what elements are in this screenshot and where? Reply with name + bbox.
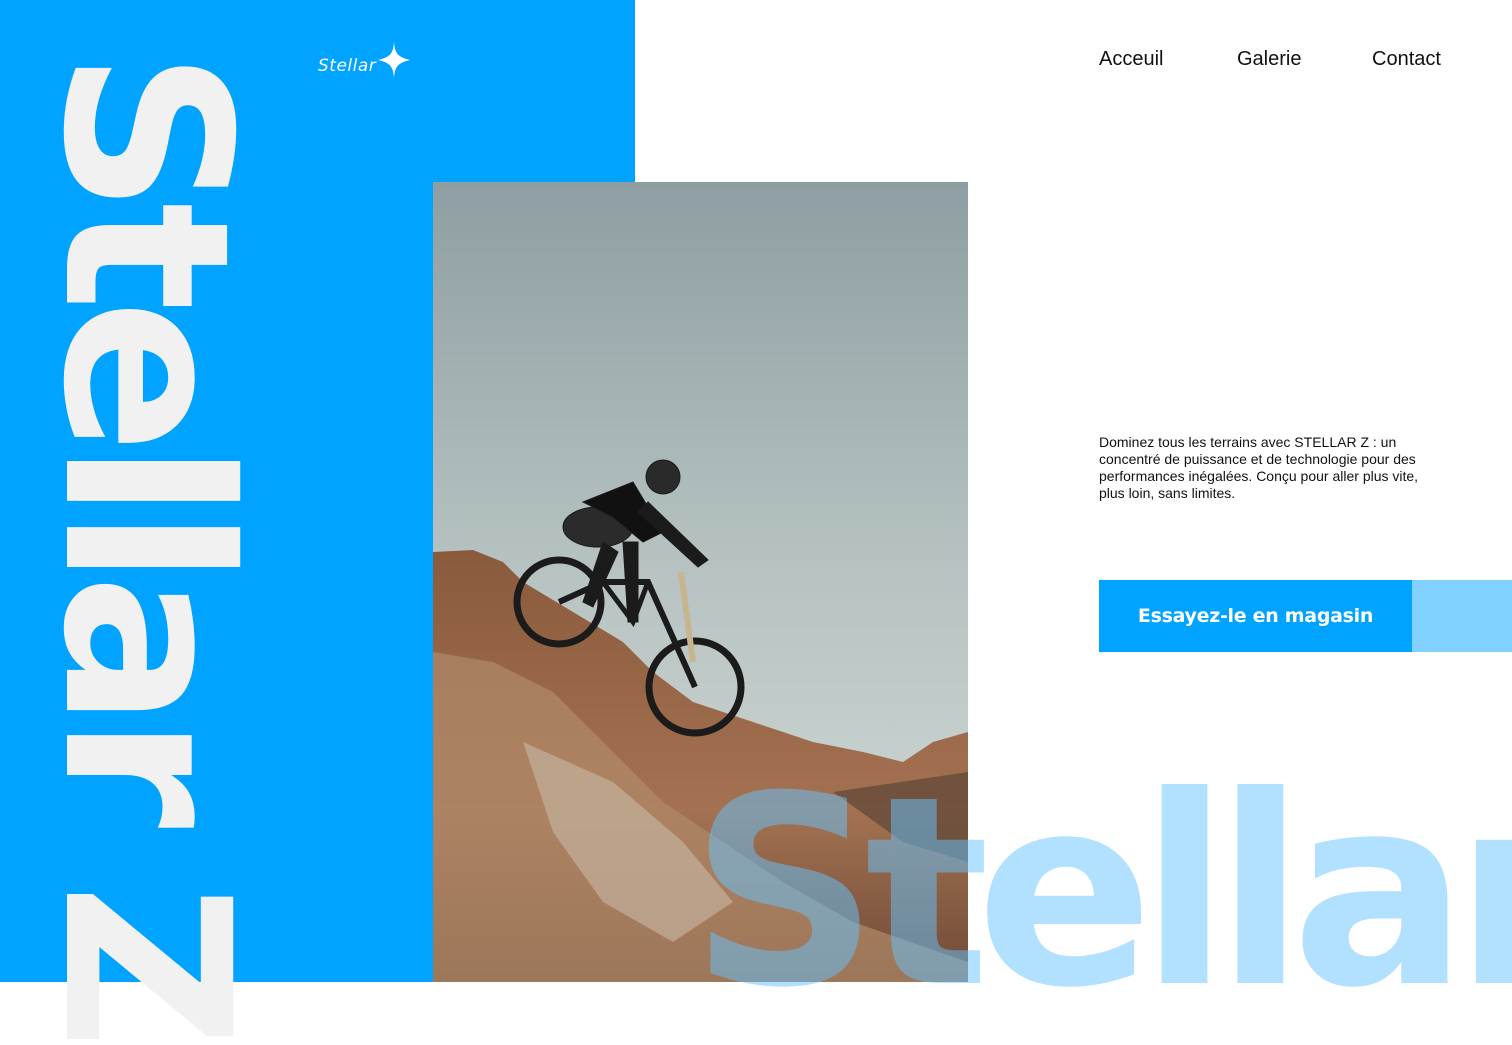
brand-logo[interactable]: Stellar — [318, 42, 412, 82]
star-sparkle-icon — [378, 42, 410, 78]
nav-item-contact[interactable]: Contact — [1372, 48, 1441, 71]
logo-text: Stellar — [318, 56, 377, 76]
hero-vertical-title: Stellar Z — [13, 50, 279, 1038]
nav-item-galerie[interactable]: Galerie — [1237, 48, 1301, 71]
nav-item-acceuil[interactable]: Acceuil — [1099, 48, 1163, 71]
cta-accent-block — [1410, 580, 1512, 652]
product-description: Dominez tous les terrains avec STELLAR Z… — [1099, 434, 1419, 501]
try-in-store-button[interactable]: Essayez-le en magasin — [1099, 580, 1412, 652]
hero-photo — [433, 182, 968, 982]
